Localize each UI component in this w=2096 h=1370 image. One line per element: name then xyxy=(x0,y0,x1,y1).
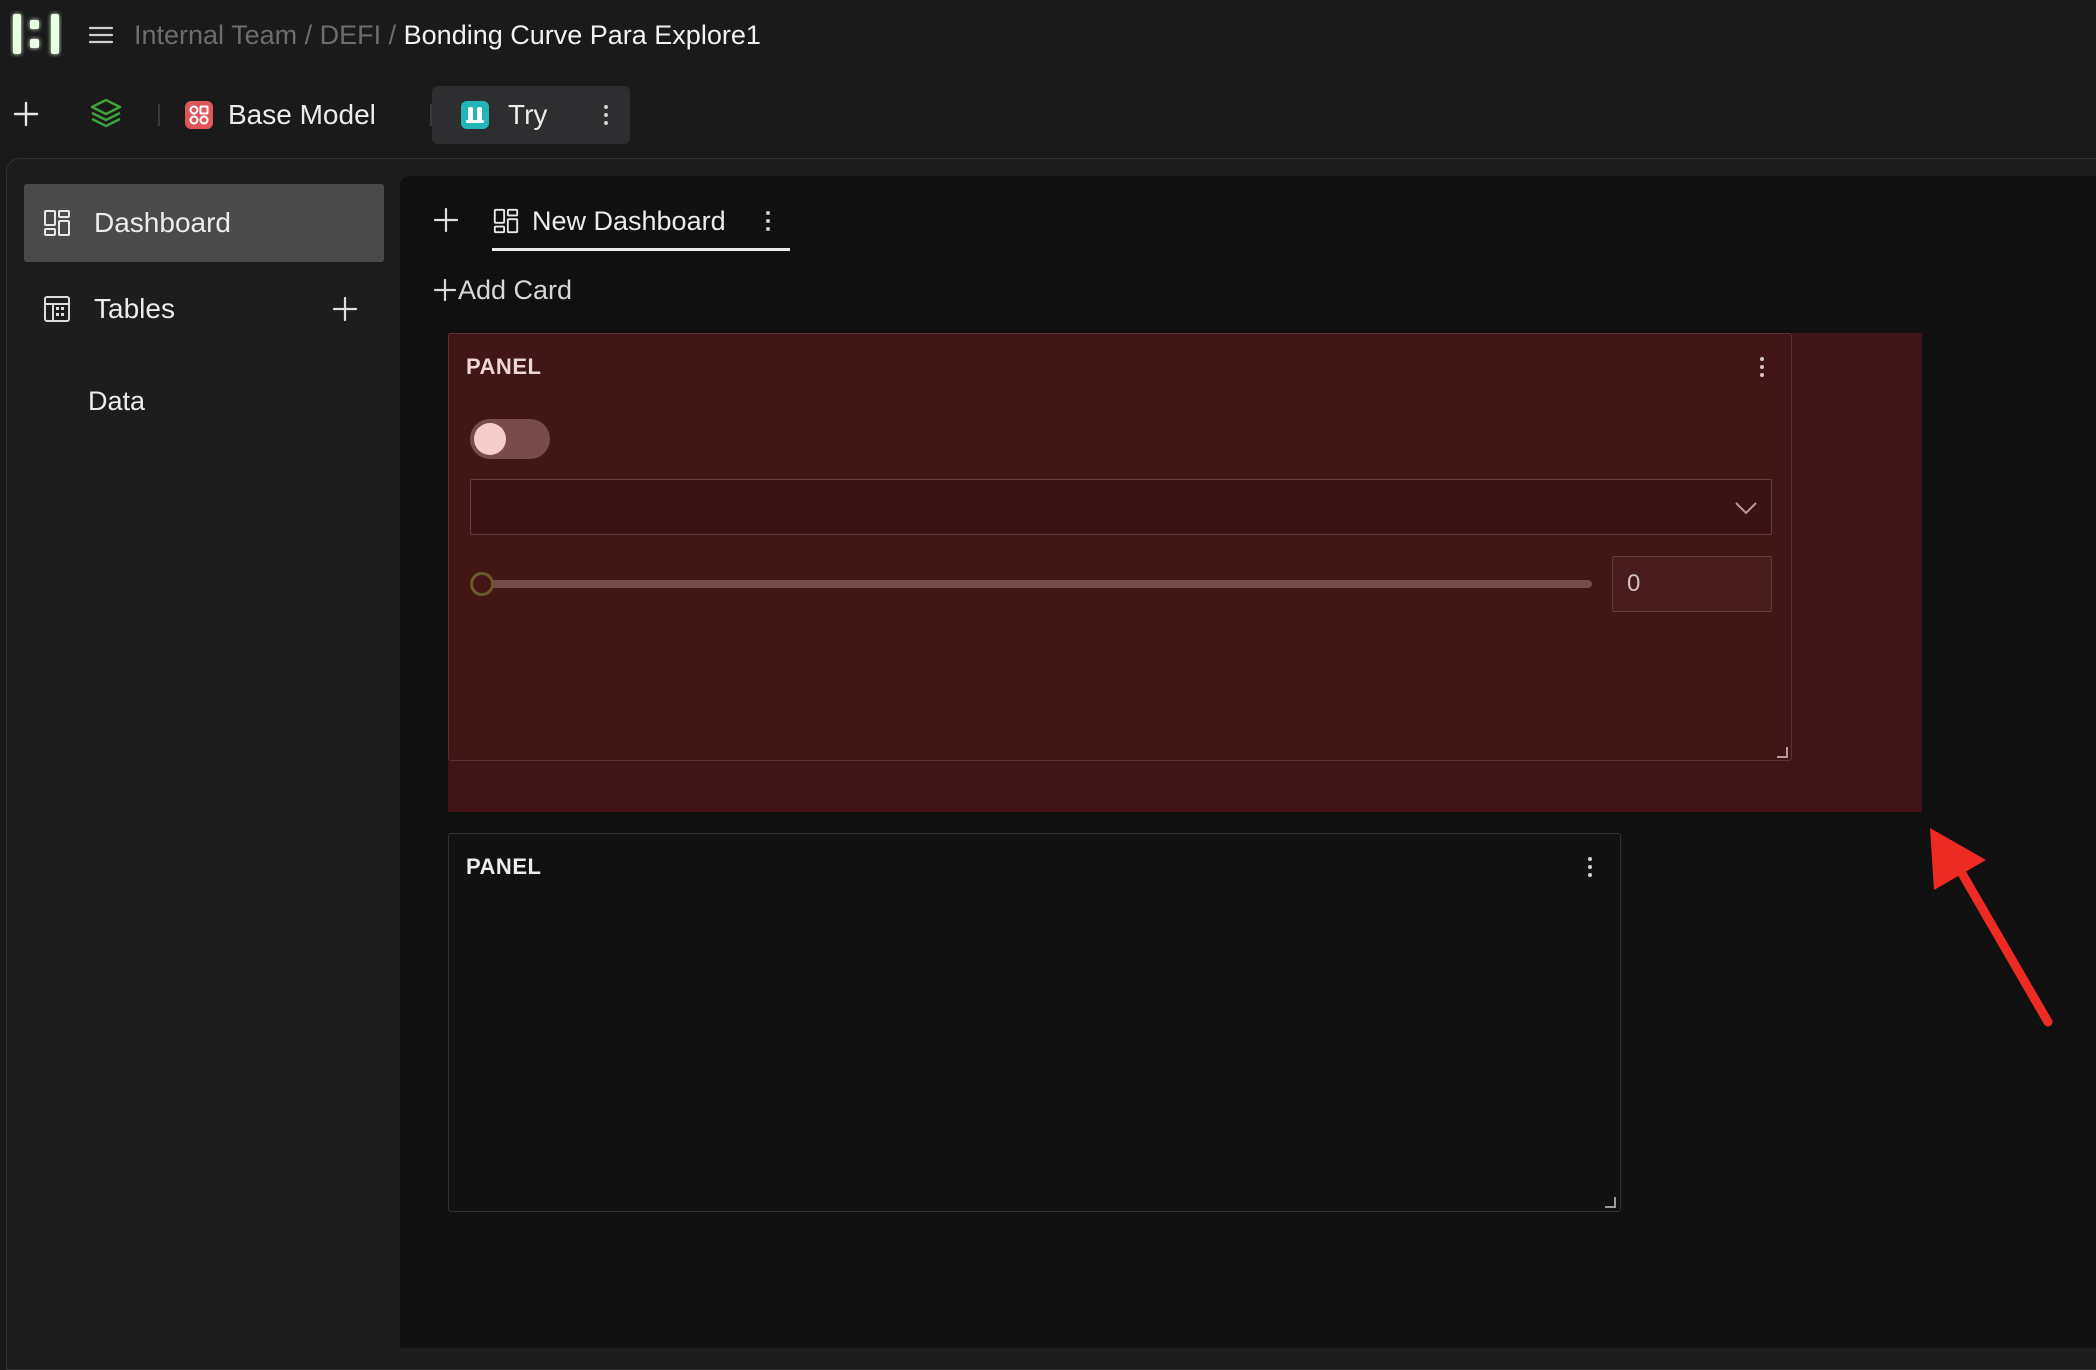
base-model-icon xyxy=(184,100,214,130)
sidebar-item-label: Dashboard xyxy=(94,207,231,239)
tab-try-label: Try xyxy=(508,99,547,131)
panel-select[interactable] xyxy=(470,479,1772,535)
breadcrumb-current[interactable]: Bonding Curve Para Explore1 xyxy=(404,20,761,51)
panel-slider-track[interactable] xyxy=(480,580,1592,588)
toggle-knob xyxy=(474,423,506,455)
resize-handle-icon[interactable] xyxy=(1776,746,1788,758)
dashboard-icon xyxy=(42,208,72,238)
hamburger-menu-icon[interactable] xyxy=(86,20,116,50)
chevron-down-icon[interactable] xyxy=(1732,494,1760,522)
breadcrumb-project[interactable]: DEFI xyxy=(320,20,382,51)
plus-icon xyxy=(432,277,458,303)
try-icon xyxy=(460,100,490,130)
panel-title: PANEL xyxy=(466,854,541,880)
tab-kebab-icon[interactable] xyxy=(596,102,616,128)
breadcrumb-separator: / xyxy=(297,20,320,51)
dashboard-kebab-icon[interactable] xyxy=(758,206,778,236)
panel-kebab-icon[interactable] xyxy=(1580,854,1600,880)
add-table-plus-icon[interactable] xyxy=(330,294,360,324)
table-icon xyxy=(42,294,72,324)
sidebar-item-dashboard[interactable]: Dashboard xyxy=(24,184,384,262)
add-dashboard-plus-icon[interactable] xyxy=(430,204,462,236)
tab-base-model-label: Base Model xyxy=(228,99,376,131)
add-card-button[interactable]: Add Card xyxy=(432,270,572,310)
panel-card[interactable] xyxy=(448,833,1621,1212)
panel-kebab-icon[interactable] xyxy=(1752,354,1772,380)
add-tab-plus-icon[interactable] xyxy=(10,98,42,130)
panel-card[interactable] xyxy=(448,333,1792,761)
tab-new-dashboard[interactable]: New Dashboard xyxy=(492,200,726,242)
tab-new-dashboard-label: New Dashboard xyxy=(532,206,726,237)
annotation-arrow-icon xyxy=(1920,820,2060,1030)
dashboard-icon xyxy=(492,207,520,235)
tab-base-model[interactable]: Base Model xyxy=(184,96,376,134)
tab-divider xyxy=(158,104,160,126)
active-tab-indicator xyxy=(492,248,790,251)
breadcrumb: Internal Team / DEFI / Bonding Curve Par… xyxy=(134,16,761,54)
app-logo-icon[interactable] xyxy=(10,10,62,58)
resize-handle-icon[interactable] xyxy=(1604,1196,1616,1208)
sidebar-item-label: Tables xyxy=(94,293,175,325)
layers-icon[interactable] xyxy=(88,96,124,132)
add-card-label: Add Card xyxy=(458,275,572,306)
breadcrumb-team[interactable]: Internal Team xyxy=(134,20,297,51)
panel-slider-thumb[interactable] xyxy=(470,572,494,596)
panel-title: PANEL xyxy=(466,354,541,380)
breadcrumb-separator: / xyxy=(381,20,404,51)
tab-try[interactable]: Try xyxy=(432,86,630,144)
sidebar-item-data[interactable]: Data xyxy=(88,362,448,440)
panel-number-input[interactable] xyxy=(1612,556,1772,612)
